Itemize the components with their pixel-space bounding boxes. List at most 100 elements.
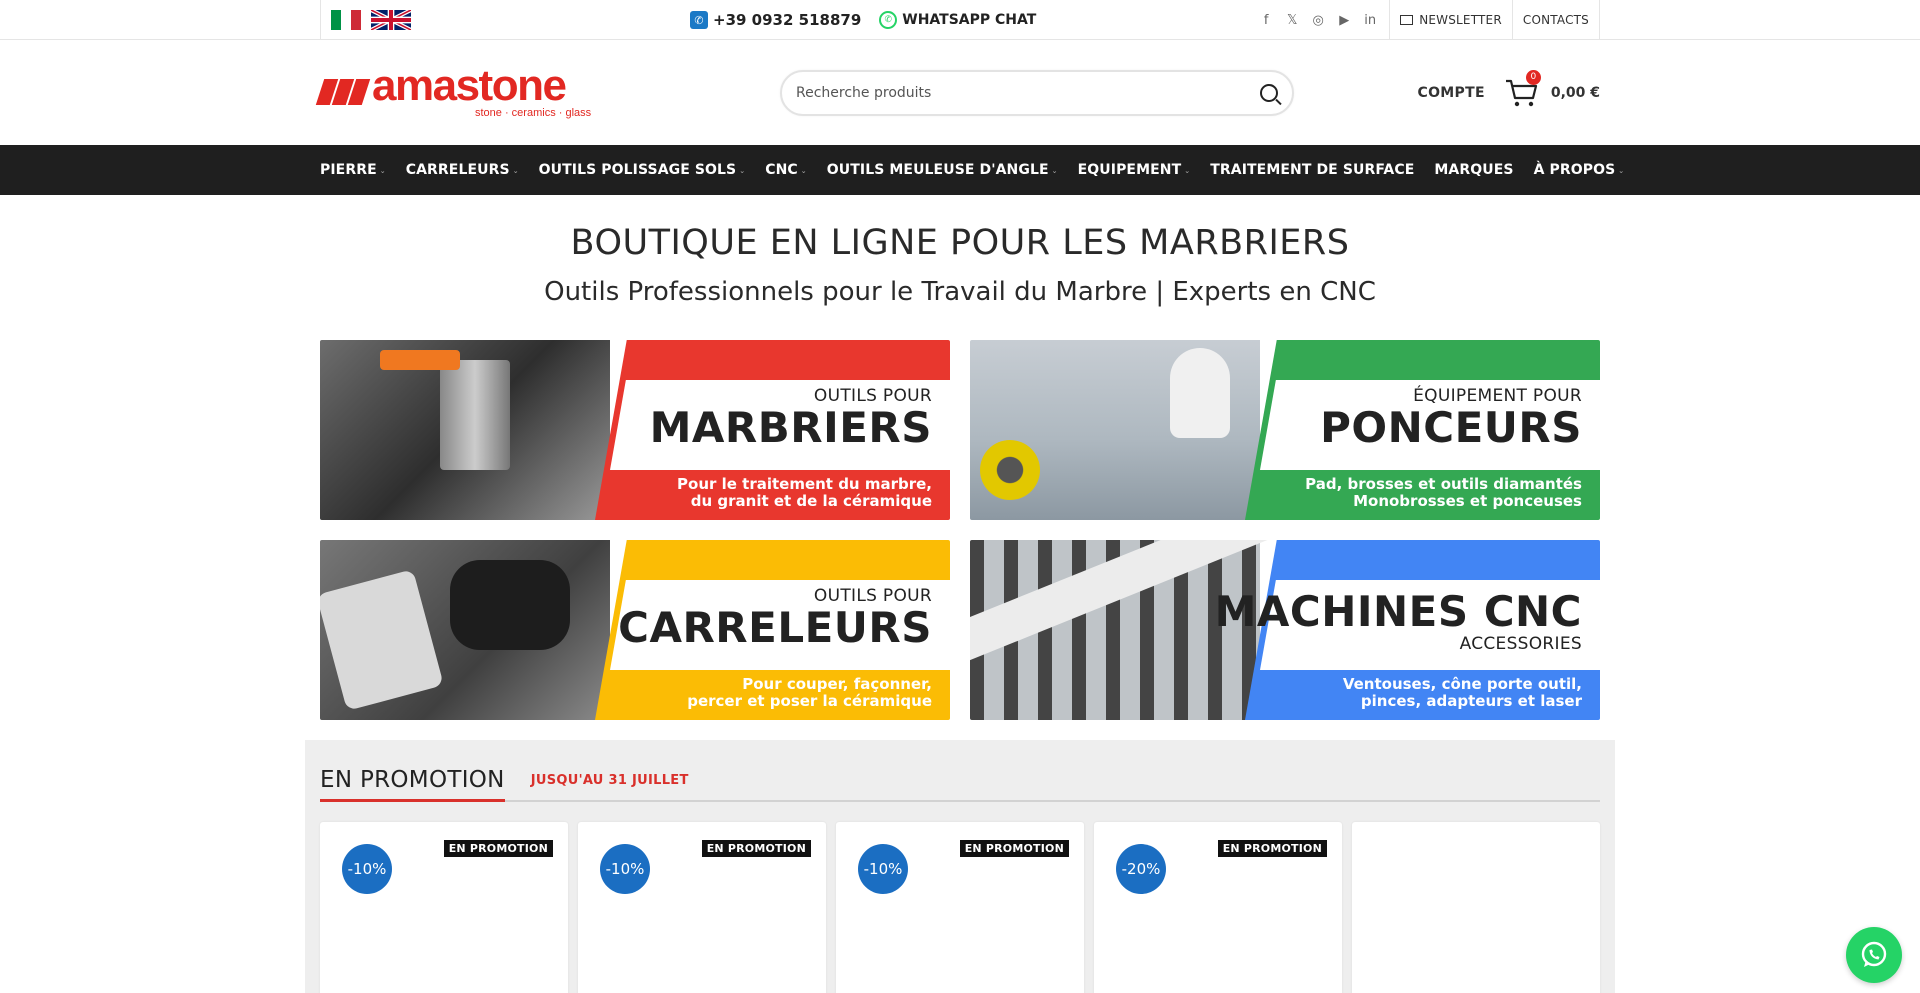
product-card[interactable] — [1352, 822, 1600, 993]
banner-ponceurs[interactable]: ÉQUIPEMENT POUR PONCEURS Pad, brosses et… — [970, 340, 1600, 520]
chevron-down-icon: ⌄ — [379, 167, 386, 175]
youtube-icon[interactable]: ▶ — [1337, 13, 1351, 28]
discount-badge: -10% — [600, 844, 650, 894]
top-bar: ✆ +39 0932 518879 ✆ WHATSAPP CHAT f 𝕏 ◎ … — [0, 0, 1920, 40]
banner-photo — [970, 340, 1260, 520]
cart-button[interactable]: 0 0,00 € — [1505, 69, 1600, 108]
page-title: BOUTIQUE EN LIGNE POUR LES MARBRIERS — [570, 223, 1350, 263]
banner-desc-line: percer et poser la céramique — [687, 692, 932, 710]
search-icon[interactable] — [1260, 83, 1278, 102]
banner-description: Pad, brosses et outils diamantés Monobro… — [1305, 476, 1582, 510]
logo-mark-icon — [315, 78, 371, 105]
banner-photo — [320, 540, 610, 720]
nav-item-outils-polissage-sols[interactable]: OUTILS POLISSAGE SOLS ⌄ — [539, 162, 746, 178]
search-bar — [780, 69, 1294, 116]
whatsapp-float-button[interactable] — [1846, 927, 1902, 983]
banner-desc-line: Pour le traitement du marbre, — [677, 475, 932, 493]
banner-big-label: MACHINES CNC — [1214, 587, 1582, 636]
product-card[interactable]: -10% EN PROMOTION — [578, 822, 826, 993]
nav-item-pierre[interactable]: PIERRE ⌄ — [320, 162, 386, 178]
nav-item-cnc[interactable]: CNC ⌄ — [765, 162, 807, 178]
newsletter-link[interactable]: NEWSLETTER — [1389, 0, 1512, 40]
banner-description: Pour couper, façonner, percer et poser l… — [687, 676, 932, 710]
banner-desc-line: du granit et de la céramique — [690, 492, 932, 510]
whatsapp-chat-link[interactable]: ✆ WHATSAPP CHAT — [879, 11, 1036, 29]
nav-item-outils-meuleuse[interactable]: OUTILS MEULEUSE D'ANGLE ⌄ — [827, 162, 1058, 178]
promo-tag: EN PROMOTION — [959, 840, 1069, 857]
banner-desc-line: Ventouses, cône porte outil, — [1342, 675, 1582, 693]
whatsapp-icon: ✆ — [879, 11, 898, 29]
italian-flag-icon[interactable] — [331, 10, 361, 30]
banner-desc-line: Monobrosses et ponceuses — [1353, 492, 1582, 510]
discount-badge: -10% — [342, 844, 392, 894]
contact-info: ✆ +39 0932 518879 ✆ WHATSAPP CHAT — [690, 11, 1036, 29]
linkedin-icon[interactable]: in — [1363, 13, 1377, 28]
social-links: f 𝕏 ◎ ▶ in — [1259, 13, 1389, 28]
nav-label: TRAITEMENT DE SURFACE — [1210, 162, 1415, 178]
nav-label: PIERRE — [320, 162, 377, 178]
cart-total: 0,00 € — [1550, 84, 1600, 101]
nav-label: OUTILS POLISSAGE SOLS — [538, 162, 737, 178]
chevron-down-icon: ⌄ — [1184, 167, 1191, 175]
whatsapp-label: WHATSAPP CHAT — [902, 12, 1037, 28]
banner-desc-line: Pad, brosses et outils diamantés — [1305, 475, 1582, 493]
main-navigation: PIERRE ⌄ CARRELEURS ⌄ OUTILS POLISSAGE SOL… — [0, 145, 1920, 195]
banner-description: Ventouses, cône porte outil, pinces, ada… — [1343, 676, 1582, 710]
product-card[interactable]: -10% EN PROMOTION — [836, 822, 1084, 993]
banner-carreleurs[interactable]: OUTILS POUR CARRELEURS Pour couper, faço… — [320, 540, 950, 720]
search-input[interactable] — [796, 84, 1260, 101]
facebook-icon[interactable]: f — [1259, 13, 1273, 28]
chevron-down-icon: ⌄ — [1051, 167, 1058, 175]
site-header: amastone stone · ceramics · glass COMPTE… — [0, 40, 1920, 145]
instagram-icon[interactable]: ◎ — [1311, 13, 1325, 28]
product-card[interactable]: -20% EN PROMOTION — [1094, 822, 1342, 993]
nav-item-a-propos[interactable]: À PROPOS ⌄ — [1534, 162, 1625, 178]
page-subtitle: Outils Professionnels pour le Travail du… — [544, 277, 1376, 307]
banner-text: MACHINES CNC ACCESSORIES — [1214, 587, 1582, 655]
banner-big-label: MARBRIERS — [649, 403, 932, 452]
contacts-label: CONTACTS — [1522, 13, 1589, 27]
chevron-down-icon: ⌄ — [512, 167, 519, 175]
banner-big-label: PONCEURS — [1320, 403, 1582, 452]
nav-item-traitement-surface[interactable]: TRAITEMENT DE SURFACE — [1210, 162, 1414, 178]
promo-title: EN PROMOTION — [320, 767, 505, 802]
banner-desc-line: pinces, adapteurs et laser — [1360, 692, 1582, 710]
product-card[interactable]: -10% EN PROMOTION — [320, 822, 568, 993]
promo-header: EN PROMOTION JUSQU'AU 31 JUILLET — [320, 762, 1600, 802]
banner-description: Pour le traitement du marbre, du granit … — [677, 476, 932, 510]
promo-section: EN PROMOTION JUSQU'AU 31 JUILLET -10% EN… — [305, 740, 1615, 993]
nav-label: EQUIPEMENT — [1077, 162, 1182, 178]
cart-count-badge: 0 — [1525, 69, 1541, 85]
chevron-down-icon: ⌄ — [800, 167, 807, 175]
envelope-icon — [1400, 15, 1414, 25]
nav-item-marques[interactable]: MARQUES — [1434, 162, 1513, 178]
nav-item-carreleurs[interactable]: CARRELEURS ⌄ — [406, 162, 519, 178]
promo-tag: EN PROMOTION — [1217, 840, 1327, 857]
banner-marbriers[interactable]: OUTILS POUR MARBRIERS Pour le traitement… — [320, 340, 950, 520]
site-logo[interactable]: amastone stone · ceramics · glass — [315, 63, 600, 119]
nav-item-equipement[interactable]: EQUIPEMENT ⌄ — [1078, 162, 1191, 178]
promo-tag: EN PROMOTION — [443, 840, 553, 857]
promo-date: JUSQU'AU 31 JUILLET — [530, 773, 689, 788]
banner-photo — [320, 340, 610, 520]
contacts-link[interactable]: CONTACTS — [1511, 0, 1600, 40]
discount-badge: -10% — [858, 844, 908, 894]
whatsapp-icon — [1861, 941, 1887, 967]
x-icon[interactable]: 𝕏 — [1285, 13, 1299, 28]
nav-label: MARQUES — [1434, 162, 1514, 178]
banner-desc-line: Pour couper, façonner, — [742, 675, 932, 693]
uk-flag-icon[interactable] — [371, 10, 411, 30]
promo-product-grid: -10% EN PROMOTION -10% EN PROMOTION -10%… — [320, 822, 1600, 993]
newsletter-label: NEWSLETTER — [1419, 13, 1502, 27]
nav-label: CARRELEURS — [405, 162, 510, 178]
phone-link[interactable]: ✆ +39 0932 518879 — [690, 11, 861, 29]
cart-icon: 0 — [1505, 69, 1541, 108]
chevron-down-icon: ⌄ — [1618, 167, 1625, 175]
nav-label: CNC — [765, 162, 798, 178]
account-link[interactable]: COMPTE — [1418, 85, 1485, 101]
banner-machines-cnc[interactable]: MACHINES CNC ACCESSORIES Ventouses, cône… — [970, 540, 1600, 720]
promo-tag: EN PROMOTION — [701, 840, 811, 857]
phone-number: +39 0932 518879 — [713, 11, 862, 29]
logo-tagline: stone · ceramics · glass — [475, 106, 592, 119]
banner-small-label: ACCESSORIES — [1459, 634, 1582, 654]
